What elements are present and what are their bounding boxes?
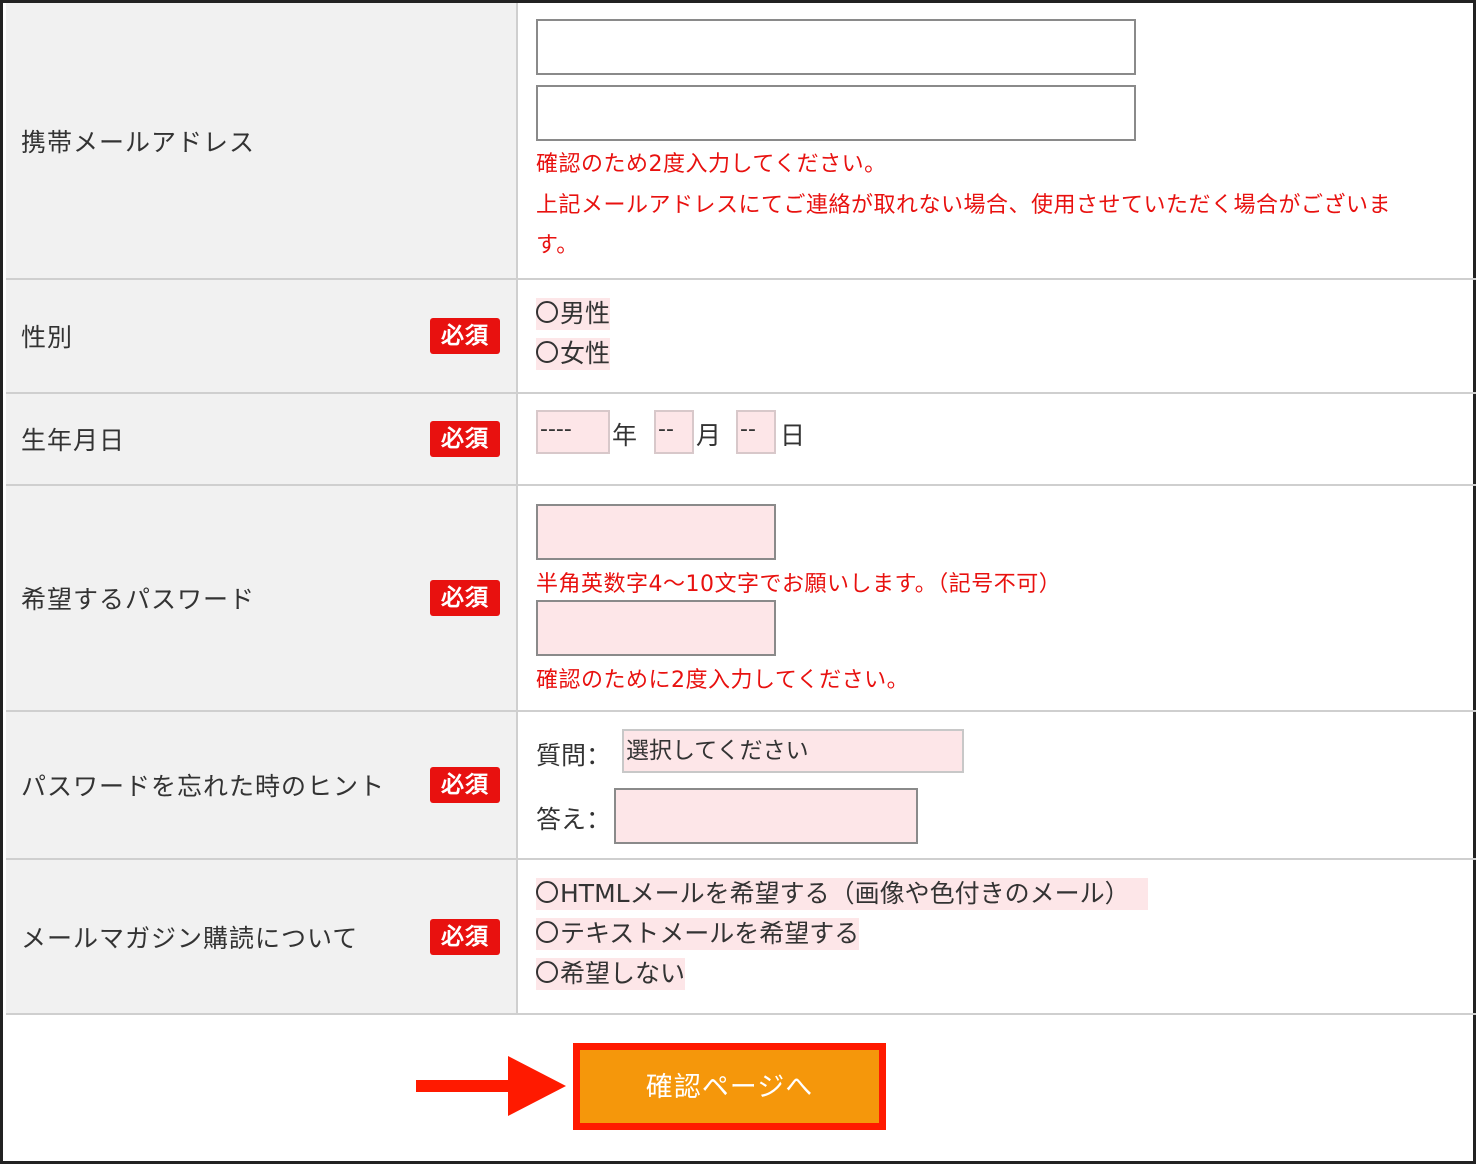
confirm-page-button[interactable]: 確認ページへ	[573, 1043, 886, 1130]
arrow-right-icon	[416, 1056, 566, 1116]
required-badge: 必須	[430, 580, 500, 616]
password-note-format: 半角英数字4〜10文字でお願いします。（記号不可）	[536, 572, 1062, 597]
birth-year-select[interactable]: ----	[536, 410, 610, 454]
mobile-email-note-usage-cont: す。	[536, 233, 579, 258]
row-newsletter: メールマガジン購読について 必須 HTMLメールを希望する（画像や色付きのメール…	[6, 860, 1476, 1015]
password-confirm-input[interactable]	[536, 600, 776, 656]
radio-icon[interactable]	[536, 301, 558, 323]
birth-day-select[interactable]: --	[736, 410, 776, 454]
radio-icon[interactable]	[536, 921, 558, 943]
label-cell: パスワードを忘れた時のヒント 必須	[6, 712, 518, 858]
birthdate-label: 生年月日	[21, 426, 126, 455]
row-gender: 性別 必須 男性 女性	[6, 280, 1476, 394]
label-cell: 性別 必須	[6, 280, 518, 392]
mobile-email-confirm-input[interactable]	[536, 85, 1136, 141]
value-cell: ---- 年 -- 月 -- 日	[518, 394, 1476, 484]
label-cell: メールマガジン購読について 必須	[6, 860, 518, 1013]
value-cell: 確認のため2度入力してください。 上記メールアドレスにてご連絡が取れない場合、使…	[518, 3, 1476, 278]
question-label: 質問：	[536, 741, 612, 770]
required-badge: 必須	[430, 767, 500, 803]
year-unit: 年	[612, 421, 638, 450]
hint-label: パスワードを忘れた時のヒント	[21, 772, 386, 801]
label-cell: 希望するパスワード 必須	[6, 486, 518, 710]
required-badge: 必須	[430, 318, 500, 354]
label-cell: 生年月日 必須	[6, 394, 518, 484]
value-cell: 質問： 選択してください 答え：	[518, 712, 1476, 858]
day-unit: 日	[780, 421, 806, 450]
value-cell: HTMLメールを希望する（画像や色付きのメール） テキストメールを希望する 希望…	[518, 860, 1476, 1013]
radio-icon[interactable]	[536, 341, 558, 363]
month-unit: 月	[696, 421, 722, 450]
newsletter-option-text[interactable]: テキストメールを希望する	[536, 918, 860, 950]
form-table: 携帯メールアドレス 確認のため2度入力してください。 上記メールアドレスにてご連…	[0, 0, 1476, 1164]
birth-month-select[interactable]: --	[654, 410, 694, 454]
row-mobile-email: 携帯メールアドレス 確認のため2度入力してください。 上記メールアドレスにてご連…	[6, 3, 1476, 280]
mobile-email-note-confirm: 確認のため2度入力してください。	[536, 152, 887, 177]
mobile-email-input[interactable]	[536, 19, 1136, 75]
value-cell: 男性 女性	[518, 280, 1476, 392]
row-birthdate: 生年月日 必須 ---- 年 -- 月 -- 日	[6, 394, 1476, 486]
answer-label: 答え：	[536, 805, 612, 834]
mobile-email-label: 携帯メールアドレス	[21, 127, 256, 157]
mobile-email-note-usage: 上記メールアドレスにてご連絡が取れない場合、使用させていただく場合がございま	[536, 193, 1392, 218]
required-badge: 必須	[430, 918, 500, 955]
hint-answer-input[interactable]	[614, 788, 918, 844]
row-password-hint: パスワードを忘れた時のヒント 必須 質問： 選択してください 答え：	[6, 712, 1476, 860]
hint-question-select[interactable]: 選択してください	[622, 729, 964, 773]
value-cell: 半角英数字4〜10文字でお願いします。（記号不可） 確認のために2度入力してくだ…	[518, 486, 1476, 710]
required-badge: 必須	[430, 421, 500, 457]
newsletter-option-label: 希望しない	[560, 959, 686, 988]
label-cell: 携帯メールアドレス	[6, 3, 518, 278]
newsletter-option-none[interactable]: 希望しない	[536, 958, 686, 990]
gender-option-label: 女性	[560, 339, 611, 368]
password-note-confirm: 確認のために2度入力してください。	[536, 668, 910, 693]
radio-icon[interactable]	[536, 881, 558, 903]
gender-label: 性別	[21, 323, 74, 352]
gender-option-label: 男性	[560, 299, 611, 328]
password-label: 希望するパスワード	[21, 585, 256, 614]
gender-option-male[interactable]: 男性	[536, 298, 611, 330]
newsletter-option-html[interactable]: HTMLメールを希望する（画像や色付きのメール）	[536, 878, 1148, 910]
newsletter-option-label: テキストメールを希望する	[560, 919, 860, 948]
radio-icon[interactable]	[536, 961, 558, 983]
gender-option-female[interactable]: 女性	[536, 338, 611, 370]
newsletter-option-label: HTMLメールを希望する（画像や色付きのメール）	[560, 879, 1130, 908]
newsletter-label: メールマガジン購読について	[21, 923, 359, 953]
password-input[interactable]	[536, 504, 776, 560]
row-password: 希望するパスワード 必須 半角英数字4〜10文字でお願いします。（記号不可） 確…	[6, 486, 1476, 712]
